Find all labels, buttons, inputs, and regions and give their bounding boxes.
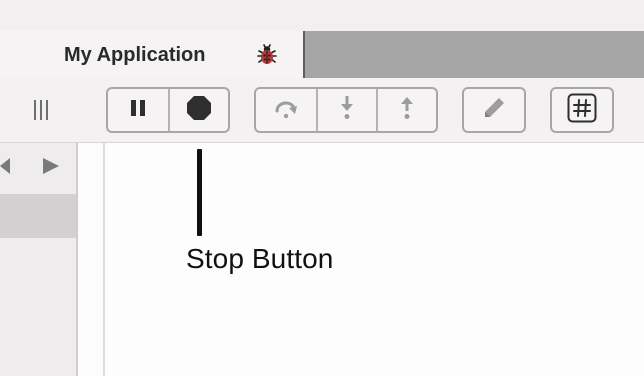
callout-label: Stop Button [186, 243, 334, 274]
debugger-window: My Application Stop Button [0, 0, 644, 376]
hash-button[interactable] [550, 87, 614, 133]
callout-pointer [197, 149, 202, 236]
triangle-left-icon[interactable] [0, 157, 12, 180]
pause-button[interactable] [108, 89, 168, 131]
line-gutter [78, 143, 105, 376]
tab-my-application[interactable]: My Application [0, 31, 305, 78]
edit-button[interactable] [462, 87, 526, 133]
hash-button-face[interactable] [552, 89, 612, 131]
step-over-icon [272, 96, 300, 125]
debug-toolbar [0, 78, 644, 143]
step-out-button[interactable] [376, 89, 436, 131]
triangle-right-icon[interactable] [42, 157, 60, 180]
pause-icon [129, 99, 147, 122]
pencil-icon [481, 95, 507, 126]
hash-icon [567, 93, 597, 128]
debug-sidebar [0, 143, 78, 376]
toolbar-grip-icon[interactable] [32, 98, 50, 122]
execution-control-group [106, 87, 230, 133]
step-into-button[interactable] [316, 89, 376, 131]
step-out-icon [397, 95, 417, 126]
stop-icon [186, 95, 212, 126]
title-bar [0, 0, 644, 32]
stop-button[interactable] [168, 89, 228, 131]
step-into-icon [337, 95, 357, 126]
step-over-button[interactable] [256, 89, 316, 131]
tab-bar: My Application [0, 31, 644, 78]
step-control-group [254, 87, 438, 133]
sidebar-selected-row[interactable] [0, 194, 76, 238]
ladybug-icon [254, 41, 280, 67]
tab-title: My Application [64, 44, 206, 66]
edit-button-face[interactable] [464, 89, 524, 131]
